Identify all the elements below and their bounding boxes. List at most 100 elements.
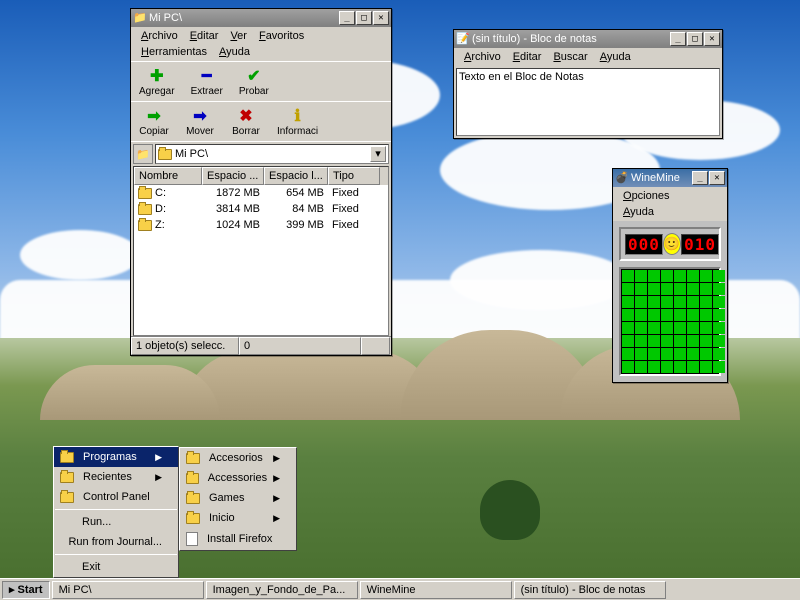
mine-cell[interactable]: [648, 296, 660, 308]
mine-cell[interactable]: [661, 309, 673, 321]
drive-row[interactable]: C:1872 MB654 MBFixed: [134, 185, 388, 201]
mine-cell[interactable]: [635, 348, 647, 360]
mine-cell[interactable]: [674, 283, 686, 295]
taskbar-button[interactable]: WineMine: [360, 581, 512, 599]
mine-cell[interactable]: [648, 348, 660, 360]
taskbar-button[interactable]: Mi PC\: [52, 581, 204, 599]
mine-cell[interactable]: [713, 296, 725, 308]
menu-opciones[interactable]: Opciones: [617, 188, 675, 204]
mine-cell[interactable]: [661, 322, 673, 334]
menu-item-accessories[interactable]: Accessories▶: [180, 468, 296, 488]
menu-item-run-[interactable]: Run...: [54, 512, 178, 532]
mine-cell[interactable]: [687, 361, 699, 373]
mine-cell[interactable]: [648, 309, 660, 321]
mine-cell[interactable]: [661, 335, 673, 347]
mine-cell[interactable]: [622, 322, 634, 334]
mine-cell[interactable]: [648, 335, 660, 347]
menu-item-exit[interactable]: Exit: [54, 557, 178, 577]
mine-cell[interactable]: [635, 335, 647, 347]
mine-cell[interactable]: [622, 270, 634, 282]
menu-archivo[interactable]: Archivo: [458, 49, 507, 65]
menu-item-programas[interactable]: Programas▶: [54, 447, 178, 467]
menu-ayuda[interactable]: Ayuda: [594, 49, 637, 65]
up-button[interactable]: 📁: [133, 144, 153, 164]
drive-row[interactable]: D:3814 MB84 MBFixed: [134, 201, 388, 217]
menu-archivo[interactable]: Archivo: [135, 28, 184, 44]
menu-item-recientes[interactable]: Recientes▶: [54, 467, 178, 487]
menu-item-install-firefox[interactable]: Install Firefox: [180, 528, 296, 550]
mine-cell[interactable]: [635, 322, 647, 334]
menu-item-inicio[interactable]: Inicio▶: [180, 508, 296, 528]
mine-cell[interactable]: [622, 335, 634, 347]
taskbar-button[interactable]: (sin título) - Bloc de notas: [514, 581, 666, 599]
toolbtn-borrar[interactable]: ✖Borrar: [225, 104, 267, 139]
mine-cell[interactable]: [661, 348, 673, 360]
taskbar-button[interactable]: Imagen_y_Fondo_de_Pa...: [206, 581, 358, 599]
mine-cell[interactable]: [622, 361, 634, 373]
mine-cell[interactable]: [635, 309, 647, 321]
maximize-button[interactable]: □: [356, 11, 372, 25]
mine-cell[interactable]: [713, 348, 725, 360]
toolbtn-mover[interactable]: ➡Mover: [179, 104, 221, 139]
start-button[interactable]: ▸ Start: [2, 581, 50, 599]
mine-cell[interactable]: [648, 270, 660, 282]
mine-cell[interactable]: [674, 296, 686, 308]
mine-cell[interactable]: [648, 283, 660, 295]
toolbtn-extraer[interactable]: ━Extraer: [185, 64, 229, 99]
menu-item-control-panel[interactable]: Control Panel: [54, 487, 178, 507]
mine-cell[interactable]: [674, 270, 686, 282]
mine-cell[interactable]: [622, 348, 634, 360]
minimize-button[interactable]: _: [692, 171, 708, 185]
menu-item-games[interactable]: Games▶: [180, 488, 296, 508]
mine-cell[interactable]: [661, 270, 673, 282]
notepad-textarea[interactable]: Texto en el Bloc de Notas: [456, 68, 720, 136]
minimize-button[interactable]: _: [670, 32, 686, 46]
mine-cell[interactable]: [661, 296, 673, 308]
toolbtn-copiar[interactable]: ➡Copiar: [133, 104, 175, 139]
menu-ver[interactable]: Ver: [224, 28, 253, 44]
mine-cell[interactable]: [635, 270, 647, 282]
mine-cell[interactable]: [648, 322, 660, 334]
menu-editar[interactable]: Editar: [507, 49, 548, 65]
address-combo[interactable]: Mi PC\ ▾: [155, 144, 389, 164]
mine-cell[interactable]: [700, 283, 712, 295]
mine-cell[interactable]: [661, 361, 673, 373]
dropdown-button[interactable]: ▾: [370, 146, 386, 162]
toolbtn-probar[interactable]: ✔Probar: [233, 64, 275, 99]
menu-buscar[interactable]: Buscar: [547, 49, 593, 65]
mine-cell[interactable]: [713, 335, 725, 347]
mine-cell[interactable]: [713, 322, 725, 334]
close-button[interactable]: ✕: [373, 11, 389, 25]
mine-cell[interactable]: [700, 270, 712, 282]
mine-cell[interactable]: [700, 335, 712, 347]
maximize-button[interactable]: □: [687, 32, 703, 46]
mine-cell[interactable]: [648, 361, 660, 373]
menu-favoritos[interactable]: Favoritos: [253, 28, 310, 44]
close-button[interactable]: ✕: [709, 171, 725, 185]
mine-face-button[interactable]: 🙂: [663, 233, 681, 255]
mine-cell[interactable]: [700, 296, 712, 308]
mine-cell[interactable]: [700, 309, 712, 321]
mine-cell[interactable]: [687, 348, 699, 360]
mine-cell[interactable]: [674, 309, 686, 321]
mine-cell[interactable]: [687, 296, 699, 308]
column-header[interactable]: Espacio l...: [264, 167, 328, 185]
menu-ayuda[interactable]: Ayuda: [213, 44, 256, 60]
mine-cell[interactable]: [687, 335, 699, 347]
mine-cell[interactable]: [700, 322, 712, 334]
menu-herramientas[interactable]: Herramientas: [135, 44, 213, 60]
menu-item-accesorios[interactable]: Accesorios▶: [180, 448, 296, 468]
menu-ayuda[interactable]: Ayuda: [617, 204, 660, 220]
mine-cell[interactable]: [687, 309, 699, 321]
mine-cell[interactable]: [700, 361, 712, 373]
toolbtn-informaci[interactable]: ℹInformaci: [271, 104, 324, 139]
toolbtn-agregar[interactable]: ✚Agregar: [133, 64, 181, 99]
column-header[interactable]: Espacio ...: [202, 167, 264, 185]
winemine-titlebar[interactable]: 💣 WineMine _ ✕: [613, 169, 727, 187]
mine-cell[interactable]: [674, 322, 686, 334]
notepad-titlebar[interactable]: 📝 (sin título) - Bloc de notas _ □ ✕: [454, 30, 722, 48]
column-header[interactable]: Nombre: [134, 167, 202, 185]
mine-cell[interactable]: [622, 309, 634, 321]
mine-cell[interactable]: [661, 283, 673, 295]
menu-editar[interactable]: Editar: [184, 28, 225, 44]
